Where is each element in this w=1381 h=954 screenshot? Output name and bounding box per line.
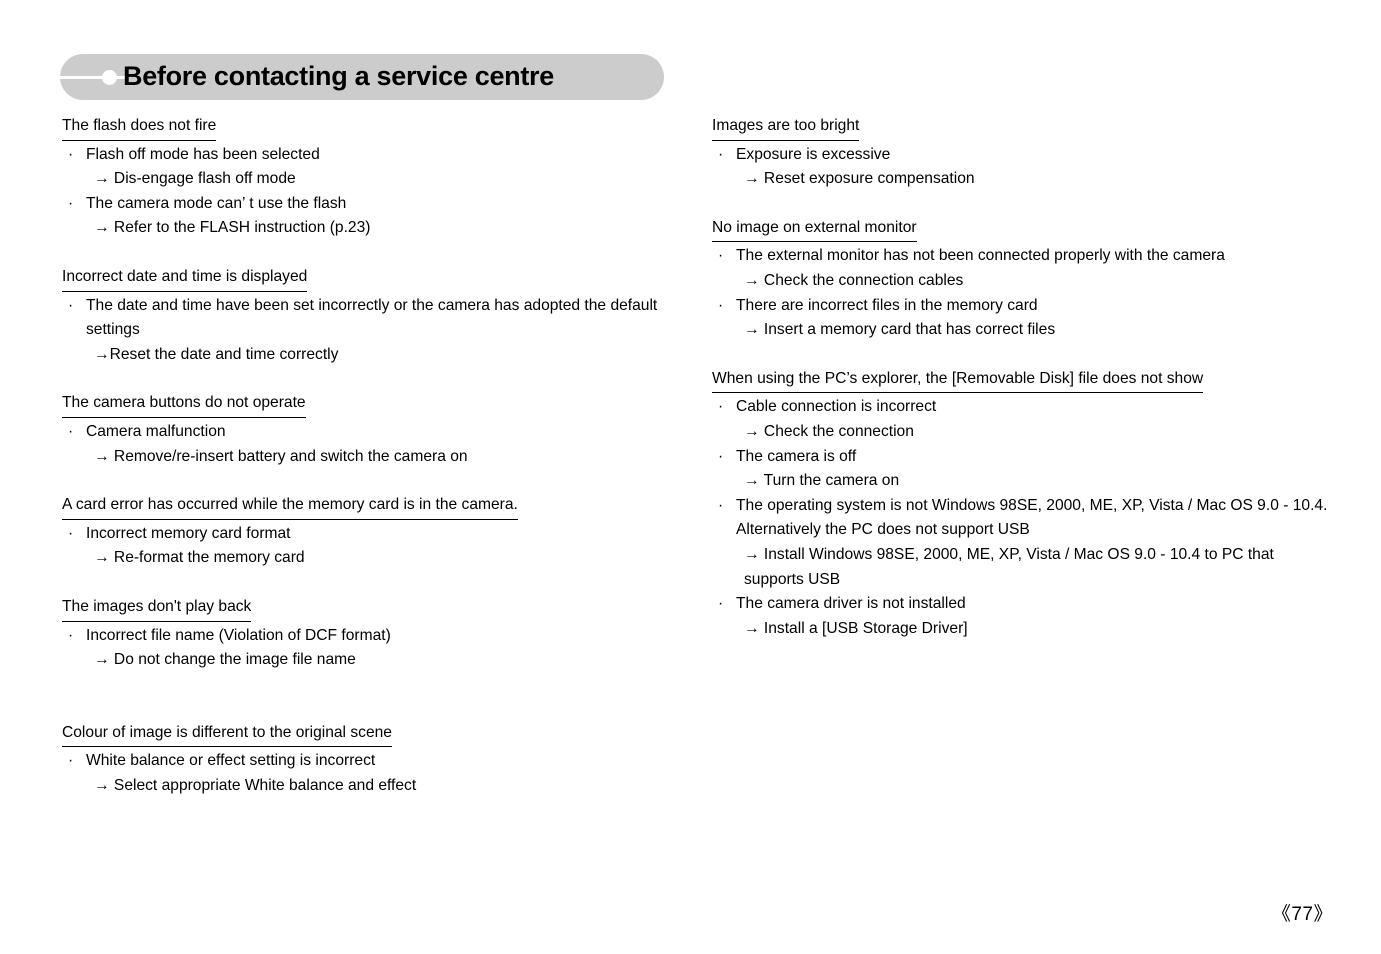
- cause-item: · There are incorrect files in the memory…: [718, 294, 1332, 319]
- cause-item: · Exposure is excessive: [718, 143, 1332, 168]
- solution-item: →Reset the date and time correctly: [94, 345, 339, 363]
- bullet-icon: ·: [718, 398, 724, 416]
- troubleshooting-section: The images don't play back · Incorrect fil…: [62, 595, 662, 673]
- cause-item: · White balance or effect setting is inco…: [68, 749, 662, 774]
- cause-item: · The date and time have been set incorre…: [68, 294, 662, 343]
- bullet-icon: ·: [718, 296, 724, 314]
- solution-item: → Select appropriate White balance and e…: [94, 776, 417, 794]
- cause-text: The operating system is not Windows 98SE…: [736, 496, 1328, 539]
- cause-text: The camera mode can’ t use the flash: [86, 194, 347, 212]
- page-number: 《77》: [1271, 904, 1333, 925]
- cause-item: · The operating system is not Windows 98S…: [718, 494, 1332, 543]
- solution-item: → Install a [USB Storage Driver]: [744, 619, 968, 637]
- bullet-icon: ·: [718, 145, 724, 163]
- cause-item: · The camera is off: [718, 445, 1332, 470]
- cause-item: · Incorrect file name (Violation of DCF f…: [68, 624, 662, 649]
- troubleshooting-section: Colour of image is different to the orig…: [62, 721, 662, 799]
- left-column: The flash does not fire · Flash off mode h…: [62, 114, 662, 798]
- solution-item: → Dis-engage flash off mode: [94, 170, 296, 188]
- bullet-icon: ·: [718, 247, 724, 265]
- cause-text: Incorrect file name (Violation of DCF fo…: [86, 626, 391, 644]
- troubleshooting-section: Incorrect date and time is displayed · The…: [62, 265, 662, 367]
- troubleshooting-section: When using the PC’s explorer, the [Remov…: [712, 367, 1332, 642]
- bullet-icon: ·: [68, 626, 74, 644]
- cause-item: · Flash off mode has been selected: [68, 143, 662, 168]
- section-heading: A card error has occurred while the memo…: [62, 493, 518, 520]
- section-heading: The images don't play back: [62, 595, 252, 622]
- cause-text: The camera is off: [736, 447, 857, 465]
- troubleshooting-section: A card error has occurred while the memo…: [62, 493, 662, 571]
- cause-text: The external monitor has not been connec…: [736, 247, 1225, 265]
- bullet-icon: ·: [68, 422, 74, 440]
- solution-item: → Remove/re-insert battery and switch th…: [94, 447, 468, 465]
- section-heading: Incorrect date and time is displayed: [62, 265, 308, 292]
- bullet-icon: ·: [68, 752, 74, 770]
- bullet-icon: ·: [718, 447, 724, 465]
- solution-item: → Do not change the image file name: [94, 651, 356, 669]
- cause-text: The camera driver is not installed: [736, 595, 966, 613]
- cause-text: Cable connection is incorrect: [736, 398, 937, 416]
- right-column: Images are too bright · Exposure is excess…: [712, 114, 1332, 641]
- cause-text: Camera malfunction: [86, 422, 226, 440]
- section-heading: Colour of image is different to the orig…: [62, 721, 392, 748]
- troubleshooting-section: The camera buttons do not operate · Camera…: [62, 391, 662, 469]
- bullet-icon: ·: [718, 496, 724, 514]
- cause-item: · The camera driver is not installed: [718, 592, 1332, 617]
- cause-text: Exposure is excessive: [736, 145, 891, 163]
- cause-item: · Incorrect memory card format: [68, 522, 662, 547]
- header-line-marker-icon: [60, 76, 128, 79]
- page-header-banner: Before contacting a service centre: [60, 54, 664, 100]
- solution-item: → Install Windows 98SE, 2000, ME, XP, Vi…: [744, 545, 1274, 588]
- bullet-icon: ·: [68, 145, 74, 163]
- bullet-icon: ·: [68, 524, 74, 542]
- cause-item: · The external monitor has not been conne…: [718, 244, 1332, 269]
- bullet-icon: ·: [718, 595, 724, 613]
- solution-item: → Reset exposure compensation: [744, 170, 975, 188]
- troubleshooting-section: The flash does not fire · Flash off mode h…: [62, 114, 662, 241]
- solution-item: → Check the connection: [744, 422, 914, 440]
- cause-text: Incorrect memory card format: [86, 524, 291, 542]
- solution-item: → Insert a memory card that has correct …: [744, 321, 1056, 339]
- header-dot-marker-icon: [102, 70, 117, 85]
- section-heading: The flash does not fire: [62, 114, 217, 141]
- bullet-icon: ·: [68, 194, 74, 212]
- solution-item: → Refer to the FLASH instruction (p.23): [94, 219, 371, 237]
- solution-item: → Turn the camera on: [744, 472, 900, 490]
- solution-item: → Check the connection cables: [744, 271, 964, 289]
- solution-item: → Re-format the memory card: [94, 549, 305, 567]
- section-heading: No image on external monitor: [712, 216, 917, 243]
- section-heading: When using the PC’s explorer, the [Remov…: [712, 367, 1204, 394]
- page-title: Before contacting a service centre: [123, 60, 554, 91]
- troubleshooting-section: Images are too bright · Exposure is excess…: [712, 114, 1332, 192]
- cause-text: There are incorrect files in the memory …: [736, 296, 1038, 314]
- cause-item: · Camera malfunction: [68, 420, 662, 445]
- cause-text: The date and time have been set incorrec…: [86, 296, 658, 339]
- section-heading: The camera buttons do not operate: [62, 391, 306, 418]
- section-heading: Images are too bright: [712, 114, 860, 141]
- cause-text: Flash off mode has been selected: [86, 145, 320, 163]
- cause-item: · Cable connection is incorrect: [718, 395, 1332, 420]
- bullet-icon: ·: [68, 296, 74, 314]
- cause-item: · The camera mode can’ t use the flash: [68, 192, 662, 217]
- troubleshooting-section: No image on external monitor · The externa…: [712, 216, 1332, 343]
- cause-text: White balance or effect setting is incor…: [86, 752, 376, 770]
